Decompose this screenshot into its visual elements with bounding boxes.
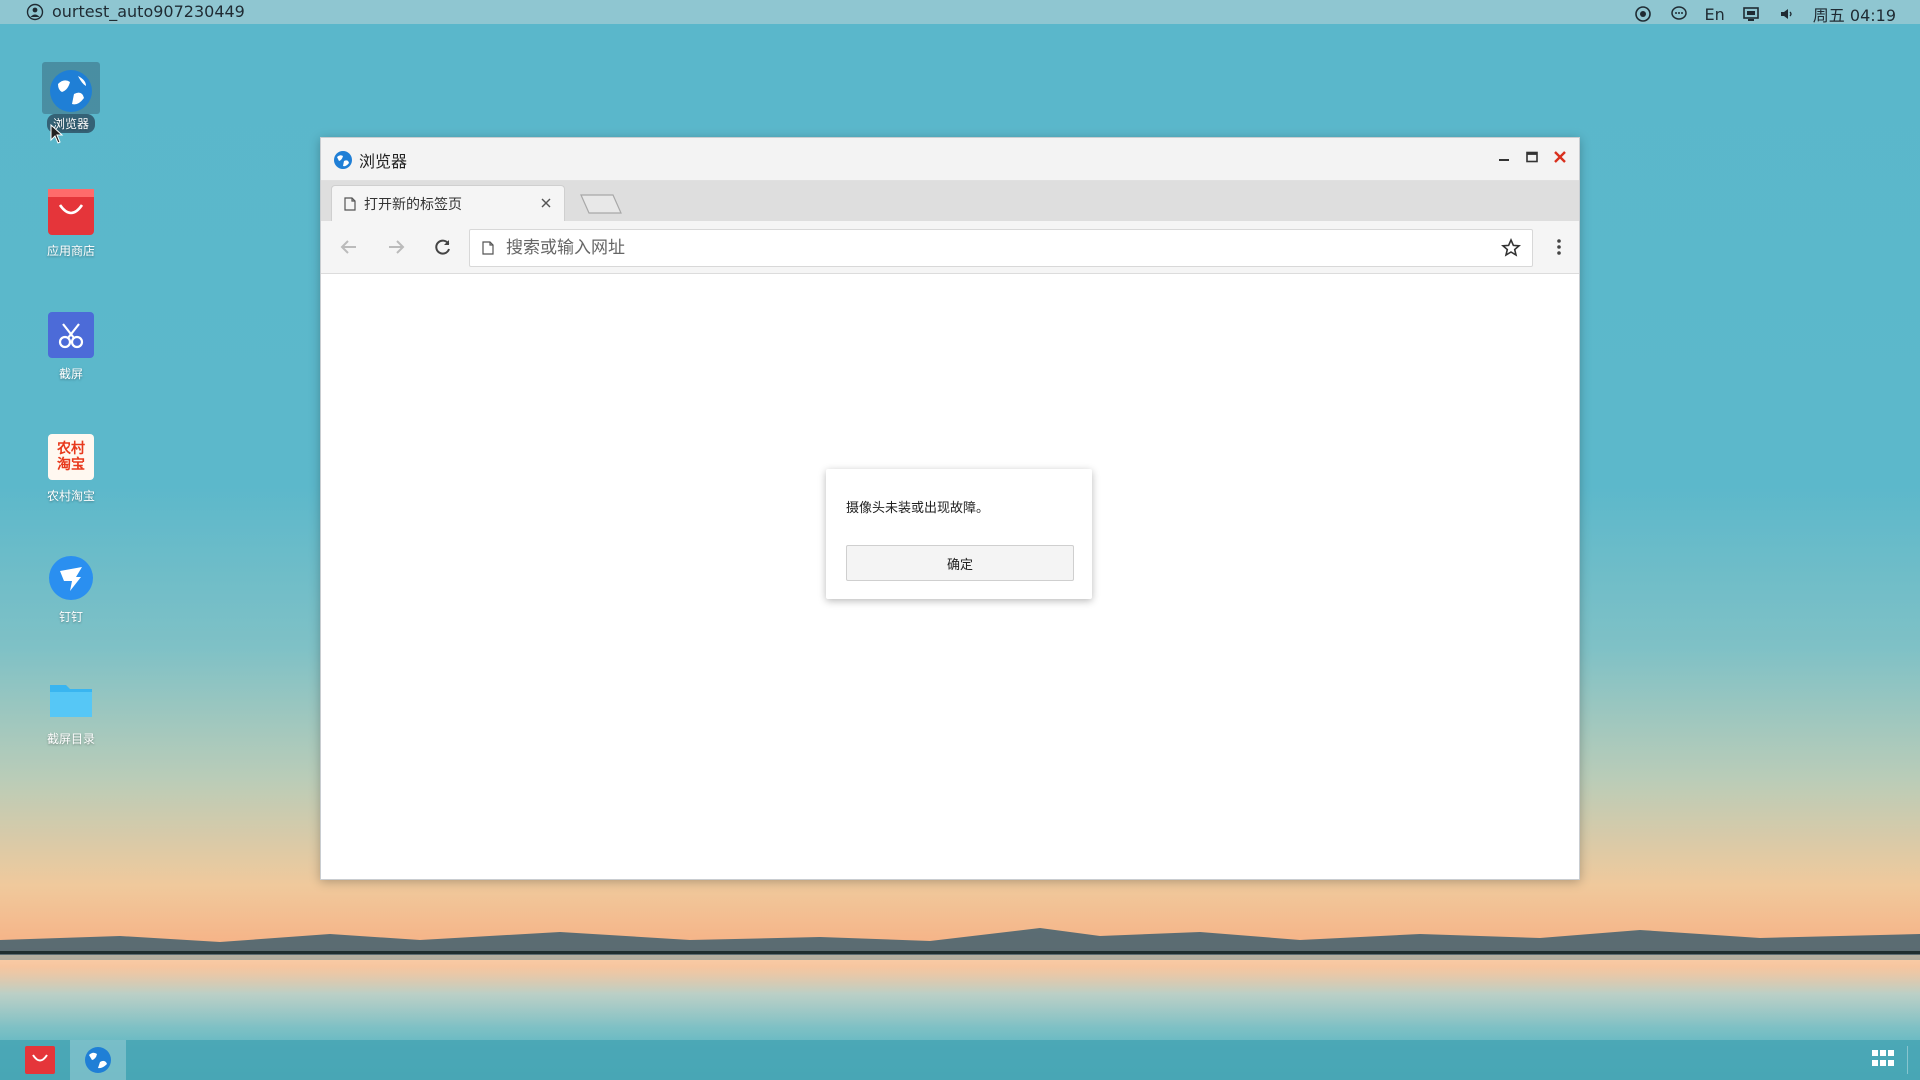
desktop-icon-selection xyxy=(42,62,100,114)
top-panel: ourtest_auto907230449 En 周五 04:19 xyxy=(0,0,1920,26)
minimize-button[interactable] xyxy=(1495,148,1513,166)
ok-button[interactable]: 确定 xyxy=(846,545,1074,581)
taskbar-app-store[interactable] xyxy=(20,1040,60,1080)
folder-icon xyxy=(48,677,94,723)
taskbar xyxy=(0,1040,1920,1080)
desktop-icon-label: 钉钉 xyxy=(58,610,83,624)
user-icon xyxy=(26,3,44,20)
desktop-icon-screenshot-folder[interactable]: 截屏目录 xyxy=(38,677,104,748)
chat-icon[interactable] xyxy=(1669,4,1689,24)
browser-globe-icon xyxy=(85,1047,111,1073)
tab-strip: 打开新的标签页 xyxy=(321,181,1579,222)
minimize-icon xyxy=(1499,159,1509,161)
window-title: 浏览器 xyxy=(359,152,408,171)
system-tray: En 周五 04:19 xyxy=(1633,2,1896,26)
username-label: ourtest_auto907230449 xyxy=(52,2,245,21)
app-launcher-grid-icon[interactable] xyxy=(1872,1050,1894,1068)
desktop-icon-screenshot[interactable]: 截屏 xyxy=(38,312,104,383)
page-icon xyxy=(482,241,494,255)
star-icon xyxy=(1501,238,1521,257)
app-store-bag-icon xyxy=(25,1046,55,1074)
new-tab-button[interactable] xyxy=(579,193,623,215)
taskbar-separator xyxy=(1907,1046,1908,1074)
page-icon xyxy=(344,197,356,211)
rural-taobao-icon: 农村淘宝 xyxy=(48,434,94,480)
app-store-bag-icon xyxy=(48,189,94,235)
bookmark-button[interactable] xyxy=(1498,235,1524,261)
window-titlebar[interactable]: 浏览器 xyxy=(321,138,1579,181)
dingtalk-icon xyxy=(48,555,94,601)
horizon-mountains xyxy=(0,928,1920,960)
forward-button[interactable] xyxy=(384,235,408,259)
volume-icon[interactable] xyxy=(1777,4,1797,24)
desktop-icon-rural-taobao[interactable]: 农村淘宝 农村淘宝 xyxy=(38,434,104,505)
desktop-icon-label: 农村淘宝 xyxy=(46,489,95,503)
close-icon xyxy=(541,198,551,208)
mouse-cursor-icon xyxy=(50,124,64,144)
maximize-button[interactable] xyxy=(1523,148,1541,166)
desktop-icon-label: 应用商店 xyxy=(46,244,95,258)
dialog-message: 摄像头未装或出现故障。 xyxy=(846,501,990,516)
reload-icon xyxy=(435,239,450,255)
address-input[interactable] xyxy=(504,237,1498,259)
input-method-indicator[interactable]: En xyxy=(1705,5,1725,24)
rural-taobao-logo-text: 农村淘宝 xyxy=(57,441,85,473)
browser-globe-icon xyxy=(334,151,352,169)
desktop-icon-dingtalk[interactable]: 钉钉 xyxy=(38,555,104,626)
arrow-left-icon xyxy=(340,240,356,254)
alert-dialog: 摄像头未装或出现故障。 确定 xyxy=(826,469,1092,599)
user-indicator[interactable]: ourtest_auto907230449 xyxy=(26,2,245,21)
desktop-icon-label: 截屏 xyxy=(58,367,83,381)
arrow-right-icon xyxy=(389,240,405,254)
scissors-icon xyxy=(48,312,94,358)
tab-title: 打开新的标签页 xyxy=(364,197,462,213)
address-bar[interactable] xyxy=(469,229,1533,267)
reload-button[interactable] xyxy=(431,235,455,259)
desktop-icon-app-store[interactable]: 应用商店 xyxy=(38,189,104,260)
tab-close-button[interactable] xyxy=(538,195,554,211)
desktop-icon-label: 截屏目录 xyxy=(46,732,95,746)
desktop-icon-browser[interactable]: 浏览器 xyxy=(38,62,104,133)
close-button[interactable] xyxy=(1551,148,1569,166)
menu-button[interactable] xyxy=(1549,235,1569,259)
close-icon xyxy=(1554,151,1566,163)
display-icon[interactable] xyxy=(1741,4,1761,24)
browser-globe-icon xyxy=(48,68,94,114)
browser-toolbar xyxy=(321,221,1579,274)
clock[interactable]: 周五 04:19 xyxy=(1813,2,1896,26)
taskbar-browser[interactable] xyxy=(70,1040,126,1080)
back-button[interactable] xyxy=(337,235,361,259)
water-reflection xyxy=(0,955,1920,1045)
tab-new-tab[interactable]: 打开新的标签页 xyxy=(331,185,565,222)
network-icon[interactable] xyxy=(1633,4,1653,24)
maximize-icon xyxy=(1526,151,1538,163)
more-vertical-icon xyxy=(1557,239,1561,255)
